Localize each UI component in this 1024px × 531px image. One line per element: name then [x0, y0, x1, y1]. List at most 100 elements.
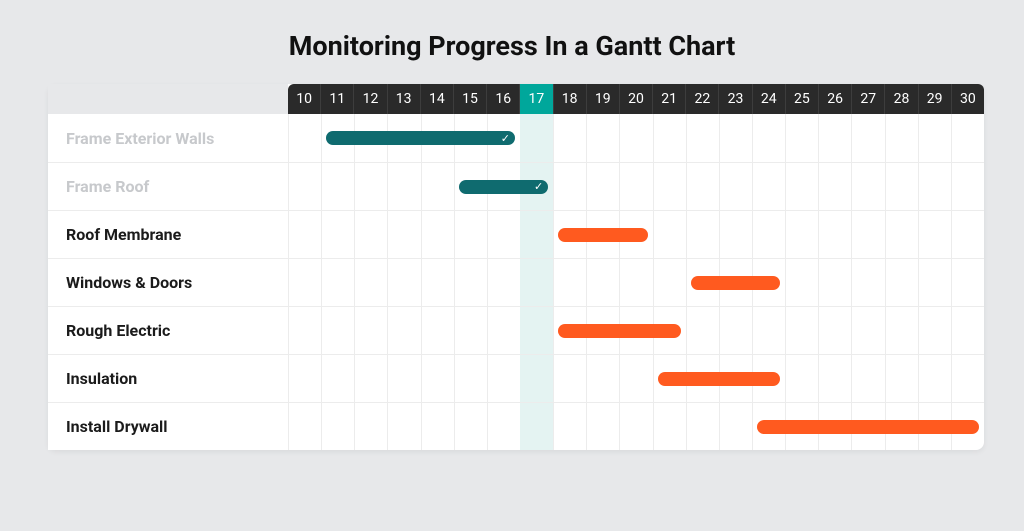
task-bar-done[interactable]: ✓: [326, 131, 515, 145]
grid-cell: [686, 163, 719, 210]
grid-cell: [354, 211, 387, 258]
grid-cell: [885, 163, 918, 210]
task-bar[interactable]: [558, 228, 647, 242]
grid-cell: [454, 307, 487, 354]
task-bar[interactable]: [558, 324, 681, 338]
grid-cell: [586, 163, 619, 210]
task-bar-done[interactable]: ✓: [459, 180, 548, 194]
task-label: Rough Electric: [48, 307, 288, 354]
grid-cell: [553, 114, 586, 162]
grid-cell: [421, 259, 454, 306]
task-row: Frame Roof ✓: [48, 162, 984, 210]
grid-cell: [719, 307, 752, 354]
task-label: Roof Membrane: [48, 211, 288, 258]
grid-cell: [653, 211, 686, 258]
task-label: Install Drywall: [48, 403, 288, 450]
grid-cell: [553, 403, 586, 450]
grid-cell: [719, 211, 752, 258]
grid-cell: [818, 355, 851, 402]
grid-cell: [653, 259, 686, 306]
grid-cell: [619, 355, 652, 402]
label-column-spacer: [48, 84, 288, 114]
grid-cell: [885, 259, 918, 306]
grid-cell: [619, 114, 652, 162]
grid-cell: [818, 307, 851, 354]
grid-cell: [785, 355, 818, 402]
grid-cell: [785, 211, 818, 258]
date-header-cell: 24: [753, 84, 786, 114]
grid-cell: [454, 211, 487, 258]
row-grid: [288, 259, 984, 306]
date-header-cell: 16: [487, 84, 520, 114]
grid-cell: [387, 403, 420, 450]
grid-cell: [321, 163, 354, 210]
task-label: Frame Roof: [48, 163, 288, 210]
grid-cell: [686, 211, 719, 258]
grid-cell: [851, 163, 884, 210]
grid-cell: [421, 403, 454, 450]
date-header-cell: 15: [454, 84, 487, 114]
grid-cell: [321, 211, 354, 258]
task-row: Rough Electric: [48, 306, 984, 354]
grid-cell: [851, 355, 884, 402]
date-header-cell: 27: [852, 84, 885, 114]
today-highlight: [520, 259, 553, 306]
grid-cell: [387, 259, 420, 306]
grid-cell: [487, 307, 520, 354]
grid-cell: [586, 355, 619, 402]
date-header-cell: 29: [919, 84, 952, 114]
check-icon: ✓: [534, 181, 543, 192]
task-bar[interactable]: [757, 420, 979, 434]
grid-cell: [918, 211, 951, 258]
grid-cell: [288, 114, 321, 162]
grid-cell: [321, 403, 354, 450]
task-label: Insulation: [48, 355, 288, 402]
grid-cell: [354, 307, 387, 354]
grid-cell: [487, 403, 520, 450]
grid-cell: [387, 163, 420, 210]
grid-cell: [288, 355, 321, 402]
date-header-cell: 20: [620, 84, 653, 114]
grid-cell: [321, 355, 354, 402]
row-grid: [288, 307, 984, 354]
grid-cell: [354, 403, 387, 450]
grid-cell: [951, 211, 984, 258]
grid-cell: [586, 403, 619, 450]
grid-cell: [487, 211, 520, 258]
grid-cell: [653, 403, 686, 450]
task-bar[interactable]: [691, 276, 780, 290]
date-header-cell: 12: [354, 84, 387, 114]
date-header-cell: 25: [786, 84, 819, 114]
grid-cell: [719, 403, 752, 450]
grid-cell: [918, 114, 951, 162]
date-header-cell: 14: [421, 84, 454, 114]
date-header-cell: 19: [587, 84, 620, 114]
grid-cell: [951, 163, 984, 210]
grid-cell: [851, 211, 884, 258]
grid-cell: [487, 355, 520, 402]
task-row: Insulation: [48, 354, 984, 402]
grid-cell: [752, 114, 785, 162]
grid-cell: [951, 114, 984, 162]
task-bar[interactable]: [658, 372, 781, 386]
grid-cell: [619, 259, 652, 306]
grid-cell: [586, 114, 619, 162]
gantt-container: 1011121314151617181920212223242526272829…: [48, 84, 984, 450]
date-header-today: 17: [520, 84, 553, 114]
grid-cell: [752, 163, 785, 210]
grid-cell: [918, 163, 951, 210]
today-highlight: [520, 403, 553, 450]
grid-cell: [354, 259, 387, 306]
grid-cell: [553, 355, 586, 402]
task-label: Frame Exterior Walls: [48, 114, 288, 162]
grid-cell: [354, 355, 387, 402]
grid-cell: [288, 211, 321, 258]
grid-cell: [321, 307, 354, 354]
grid-cell: [851, 307, 884, 354]
grid-cell: [785, 259, 818, 306]
date-header-cell: 11: [321, 84, 354, 114]
grid-cell: [586, 259, 619, 306]
row-grid: ✓: [288, 114, 984, 162]
today-highlight: [520, 211, 553, 258]
date-header-cell: 23: [719, 84, 752, 114]
